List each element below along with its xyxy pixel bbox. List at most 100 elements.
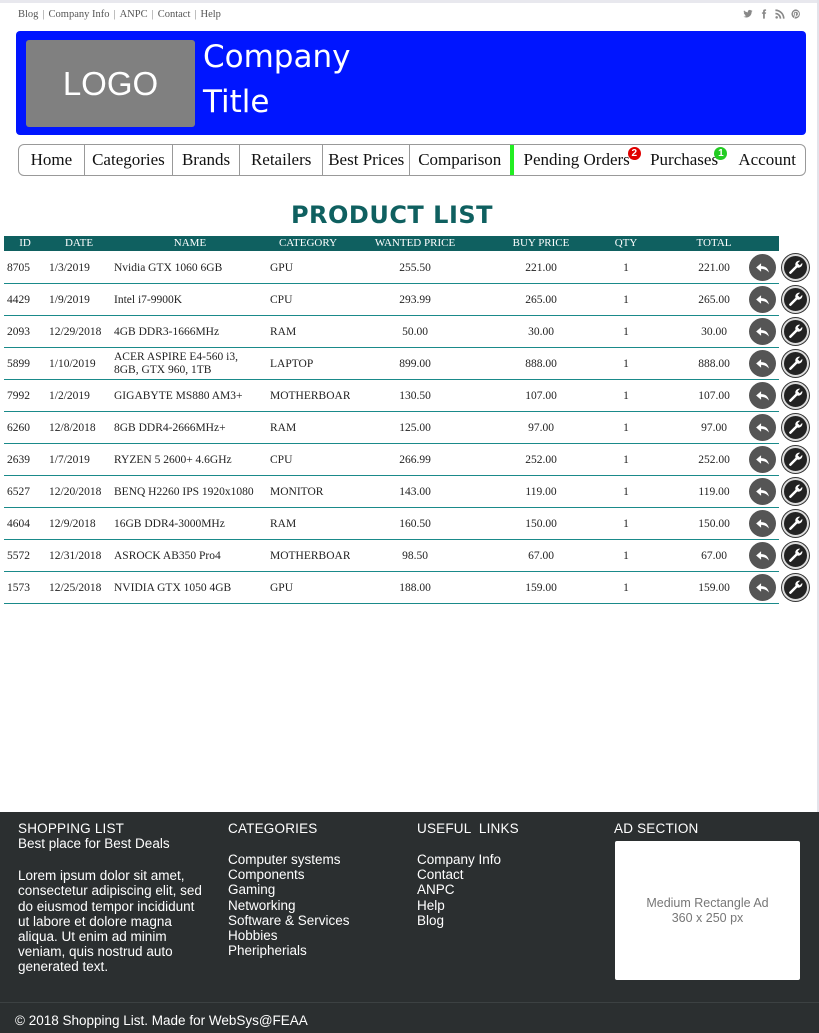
footer-ad-title: AD SECTION [614, 821, 699, 836]
ad-line2: 360 x 250 px [671, 910, 744, 925]
footer-useful-link[interactable]: ANPC [417, 882, 519, 897]
footer-category-link[interactable]: Software & Services [228, 913, 350, 928]
top-link-anpc[interactable]: ANPC [120, 9, 148, 20]
footer-useful-link[interactable]: Contact [417, 867, 519, 882]
cell-name: ACER ASPIRE E4-560 i3, 8GB, GTX 960, 1TB [114, 351, 238, 376]
edit-button[interactable] [782, 574, 809, 601]
cell-wanted: 255.50 [399, 261, 431, 274]
pinterest-icon[interactable] [791, 9, 801, 19]
nav-item-brands[interactable]: Brands [173, 145, 240, 175]
nav-item-label: Account [738, 150, 796, 169]
ad-placeholder[interactable]: Medium Rectangle Ad 360 x 250 px [615, 841, 800, 980]
top-link-company-info[interactable]: Company Info [49, 9, 110, 20]
undo-button[interactable] [749, 510, 776, 537]
undo-button[interactable] [749, 286, 776, 313]
nav-item-comparison[interactable]: Comparison [410, 145, 509, 175]
column-header-name[interactable]: NAME [112, 236, 268, 251]
social-links [743, 9, 801, 19]
cell-category: CPU [270, 453, 293, 466]
nav-item-home[interactable]: Home [19, 145, 85, 175]
footer-useful-link[interactable]: Blog [417, 913, 519, 928]
undo-button[interactable] [749, 574, 776, 601]
undo-button[interactable] [749, 478, 776, 505]
column-header-qty[interactable]: QTY [600, 236, 652, 251]
cell-total: 150.00 [698, 517, 730, 530]
column-header-date[interactable]: DATE [46, 236, 112, 251]
cell-qty: 1 [623, 357, 629, 370]
cell-total: 119.00 [698, 485, 730, 498]
cell-date: 12/25/2018 [49, 581, 102, 594]
undo-button[interactable] [749, 382, 776, 409]
table-row: 6527 12/20/2018 BENQ H2260 IPS 1920x1080 MO… [4, 476, 809, 508]
column-header-wanted-price[interactable]: WANTED PRICE [356, 236, 474, 251]
cell-wanted: 266.99 [399, 453, 431, 466]
footer-category-link[interactable]: Gaming [228, 882, 350, 897]
company-title: Company Title [203, 35, 350, 125]
footer-category-link[interactable]: Computer systems [228, 852, 350, 867]
cell-wanted: 50.00 [402, 325, 428, 338]
column-header-buy-price[interactable]: BUY PRICE [486, 236, 596, 251]
footer-categories: CATEGORIES Computer systems Components Gam… [228, 821, 350, 958]
footer-useful-link[interactable]: Company Info [417, 852, 519, 867]
undo-button[interactable] [749, 446, 776, 473]
undo-button[interactable] [749, 414, 776, 441]
wrench-icon [787, 483, 804, 500]
logo[interactable]: LOGO [26, 40, 195, 127]
cell-name: BENQ H2260 IPS 1920x1080 [114, 485, 254, 498]
nav-item-retailers[interactable]: Retailers [240, 145, 324, 175]
edit-button[interactable] [782, 350, 809, 377]
undo-button[interactable] [749, 254, 776, 281]
cell-name: 8GB DDR4-2666MHz+ [114, 421, 226, 434]
edit-button[interactable] [782, 542, 809, 569]
undo-arrow-icon [754, 387, 771, 404]
nav-item-categories[interactable]: Categories [85, 145, 174, 175]
top-link-contact[interactable]: Contact [158, 9, 191, 20]
footer-category-link[interactable]: Networking [228, 898, 350, 913]
top-link-help[interactable]: Help [201, 9, 221, 20]
footer-useful-link[interactable]: Help [417, 898, 519, 913]
edit-button[interactable] [782, 510, 809, 537]
edit-button[interactable] [782, 382, 809, 409]
cell-wanted: 160.50 [399, 517, 431, 530]
top-link-blog[interactable]: Blog [18, 9, 38, 20]
undo-button[interactable] [749, 318, 776, 345]
wrench-icon [787, 387, 804, 404]
undo-button[interactable] [749, 350, 776, 377]
edit-button[interactable] [782, 446, 809, 473]
cell-buy: 97.00 [528, 421, 554, 434]
nav-item-best-prices[interactable]: Best Prices [323, 145, 411, 175]
cell-date: 1/9/2019 [49, 293, 90, 306]
cell-name: 16GB DDR4-3000MHz [114, 517, 225, 530]
nav-item-pending-orders[interactable]: Pending Orders 2 [514, 145, 641, 175]
undo-button[interactable] [749, 542, 776, 569]
nav-item-label: Brands [181, 150, 231, 169]
cell-qty: 1 [623, 293, 629, 306]
edit-button[interactable] [782, 286, 809, 313]
edit-button[interactable] [782, 478, 809, 505]
undo-arrow-icon [754, 483, 771, 500]
nav-item-label: Categories [92, 150, 165, 169]
cell-id: 4604 [7, 517, 30, 530]
nav-item-label: Comparison [418, 150, 502, 169]
rss-icon[interactable] [775, 9, 785, 19]
footer-category-link[interactable]: Pheripherials [228, 943, 350, 958]
footer-about-text: Lorem ipsum dolor sit amet, consectetur … [18, 868, 202, 975]
edit-button[interactable] [782, 254, 809, 281]
footer-category-link[interactable]: Hobbies [228, 928, 350, 943]
nav-item-account[interactable]: Account [729, 145, 805, 175]
footer-category-link[interactable]: Components [228, 867, 350, 882]
cell-date: 12/20/2018 [49, 485, 102, 498]
column-header-id[interactable]: ID [4, 236, 46, 251]
undo-arrow-icon [754, 291, 771, 308]
facebook-icon[interactable] [759, 9, 769, 19]
wrench-icon [787, 291, 804, 308]
edit-button[interactable] [782, 318, 809, 345]
cell-id: 2639 [7, 453, 30, 466]
column-header-total[interactable]: TOTAL [669, 236, 759, 251]
edit-button[interactable] [782, 414, 809, 441]
column-header-category[interactable]: CATEGORY [268, 236, 348, 251]
twitter-icon[interactable] [743, 9, 753, 19]
nav-item-purchases[interactable]: Purchases 1 [639, 145, 730, 175]
cell-name: Nvidia GTX 1060 6GB [114, 261, 223, 274]
top-links-bar: Blog | Company Info | ANPC | Contact | Help [18, 9, 221, 20]
